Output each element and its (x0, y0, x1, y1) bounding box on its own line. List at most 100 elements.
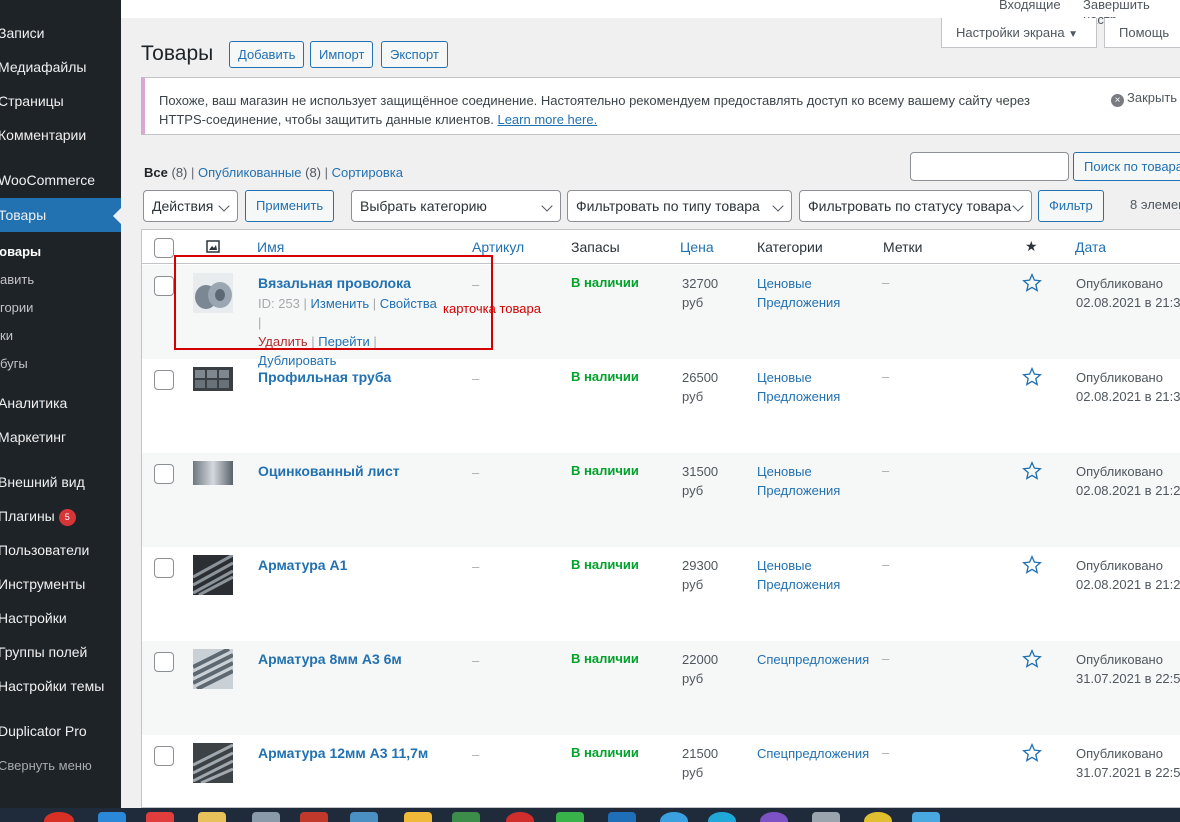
row-checkbox[interactable] (154, 370, 174, 390)
app-icon[interactable] (252, 812, 280, 822)
app-icon[interactable] (608, 812, 636, 822)
tags-value: – (882, 651, 890, 666)
category-link[interactable]: Ценовые Предложения (757, 368, 867, 406)
sidebar-subitem-attributes[interactable]: бугы (0, 356, 28, 371)
telegram-icon[interactable] (660, 812, 688, 822)
featured-star-icon[interactable] (1022, 367, 1042, 387)
row-checkbox[interactable] (154, 464, 174, 484)
app-icon[interactable] (556, 812, 584, 822)
column-price[interactable]: Цена (680, 239, 714, 255)
app-icon[interactable] (404, 812, 432, 822)
app-icon[interactable] (452, 812, 480, 822)
sorting-link[interactable]: Сортировка (332, 165, 403, 180)
notice-dismiss-button[interactable]: × Закрыть (1111, 90, 1177, 107)
sidebar-subitem-categories[interactable]: гории (0, 300, 33, 315)
product-type-select[interactable]: Фильтровать по типу товара (567, 190, 792, 222)
sidebar-item-plugins[interactable]: Плагины 5 (0, 508, 121, 526)
bulk-actions-select[interactable]: Действия (143, 190, 238, 222)
help-button[interactable]: Помощь (1104, 18, 1180, 48)
column-sku[interactable]: Артикул (472, 239, 524, 255)
price-value: 26500 руб (682, 370, 719, 404)
screen-options-button[interactable]: Настройки экрана ▼ (941, 18, 1097, 48)
sidebar-item-analytics[interactable]: Аналитика (0, 395, 121, 411)
sidebar-item-media[interactable]: Медиафайлы (0, 59, 121, 75)
chrome-icon[interactable] (44, 812, 74, 822)
product-thumbnail[interactable] (193, 555, 233, 595)
apply-button[interactable]: Применить (245, 190, 335, 222)
caret-down-icon: ▼ (1068, 29, 1079, 40)
app-icon[interactable] (864, 812, 892, 822)
pdf-icon[interactable] (146, 812, 174, 822)
category-link[interactable]: Спецпредложения (757, 744, 869, 763)
sidebar-item-woocommerce[interactable]: WooCommerce (0, 172, 121, 188)
category-link[interactable]: Ценовые Предложения (757, 556, 867, 594)
skype-icon[interactable] (708, 812, 736, 822)
app-icon[interactable] (812, 812, 840, 822)
sidebar-subitem-all-products[interactable]: Товары (0, 244, 41, 259)
filter-button[interactable]: Фильтр (1038, 190, 1104, 222)
select-all-checkbox[interactable] (154, 238, 174, 258)
app-icon[interactable] (912, 812, 940, 822)
sidebar-item-pages[interactable]: Страницы (0, 93, 121, 109)
filter-published-link[interactable]: Опубликованные (198, 165, 302, 180)
row-checkbox[interactable] (154, 746, 174, 766)
opera-icon[interactable] (506, 812, 534, 822)
product-thumbnail[interactable] (193, 461, 233, 485)
sidebar-item-theme-settings[interactable]: Настройки темы (0, 678, 121, 694)
product-thumbnail[interactable] (193, 743, 233, 783)
category-link[interactable]: Ценовые Предложения (757, 274, 867, 312)
product-name-link[interactable]: Арматура 8мм А3 6м (258, 651, 402, 667)
sidebar-subitem-tags[interactable]: ки (0, 328, 13, 343)
category-link[interactable]: Ценовые Предложения (757, 462, 867, 500)
featured-star-icon[interactable] (1022, 649, 1042, 669)
add-product-button[interactable]: Добавить (229, 41, 305, 68)
sidebar-item-marketing[interactable]: Маркетинг (0, 429, 121, 445)
row-checkbox[interactable] (154, 652, 174, 672)
import-button[interactable]: Импорт (310, 41, 374, 68)
product-thumbnail[interactable] (193, 367, 233, 391)
publish-status: Опубликовано (1076, 464, 1163, 479)
sidebar-item-tools[interactable]: Инструменты (0, 576, 121, 592)
row-checkbox[interactable] (154, 276, 174, 296)
featured-star-icon[interactable] (1022, 743, 1042, 763)
featured-star-icon[interactable] (1022, 555, 1042, 575)
learn-more-link[interactable]: Learn more here. (497, 112, 597, 127)
category-select[interactable]: Выбрать категорию (351, 190, 561, 222)
app-icon[interactable] (350, 812, 378, 822)
sidebar-item-comments[interactable]: Комментарии (0, 127, 121, 143)
product-name-link[interactable]: Оцинкованный лист (258, 463, 400, 479)
stock-status-select[interactable]: Фильтровать по статусу товара (799, 190, 1032, 222)
featured-star-icon[interactable]: ★ (1025, 238, 1038, 255)
sidebar-item-users[interactable]: Пользователи (0, 542, 121, 558)
column-date[interactable]: Дата (1075, 239, 1106, 255)
row-checkbox[interactable] (154, 558, 174, 578)
folder-icon[interactable] (198, 812, 226, 822)
search-products-button[interactable]: Поиск по товара (1073, 152, 1180, 181)
chevron-down-icon (772, 200, 784, 212)
product-name-link[interactable]: Арматура А1 (258, 557, 347, 573)
publish-date: Опубликовано 31.07.2021 в 22:55 (1076, 744, 1180, 782)
collapse-menu-button[interactable]: Свернуть меню (0, 758, 121, 773)
sidebar-item-appearance[interactable]: Внешний вид (0, 474, 121, 490)
viber-icon[interactable] (760, 812, 788, 822)
product-thumbnail[interactable] (193, 649, 233, 689)
product-name-link[interactable]: Арматура 12мм А3 11,7м (258, 745, 428, 761)
sidebar-item-posts[interactable]: Записи (0, 25, 121, 41)
sidebar-item-field-groups[interactable]: Группы полей (0, 644, 121, 660)
sidebar-item-duplicator[interactable]: Duplicator Pro (0, 723, 121, 739)
app-icon[interactable] (98, 812, 126, 822)
featured-star-icon[interactable] (1022, 461, 1042, 481)
sidebar-item-settings[interactable]: Настройки (0, 610, 121, 626)
product-search-input[interactable] (910, 152, 1069, 181)
column-name[interactable]: Имя (257, 239, 284, 255)
product-name-link[interactable]: Профильная труба (258, 369, 391, 385)
export-button[interactable]: Экспорт (381, 41, 448, 68)
plugins-update-badge: 5 (58, 509, 76, 526)
sidebar-item-products[interactable]: Товары (0, 198, 121, 232)
filter-all-link[interactable]: Все (144, 165, 168, 180)
featured-star-icon[interactable] (1022, 273, 1042, 293)
app-icon[interactable] (300, 812, 328, 822)
category-link[interactable]: Спецпредложения (757, 650, 869, 669)
inbox-link[interactable]: Входящие (999, 0, 1061, 12)
sidebar-subitem-add[interactable]: авить (0, 272, 34, 287)
